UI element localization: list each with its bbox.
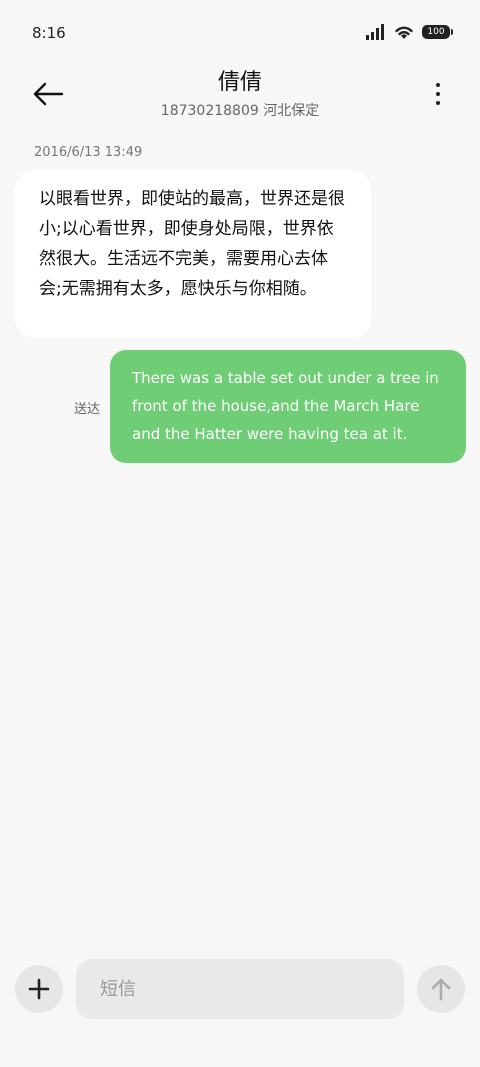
status-icons: 100 [366,24,453,40]
more-dot-icon [436,92,440,96]
contact-title: 倩倩 18730218809 河北保定 [0,68,480,120]
more-dot-icon [436,83,440,87]
composer-bar [0,935,480,1067]
add-attachment-button[interactable] [15,965,63,1013]
message-input[interactable] [76,959,404,1019]
more-dot-icon [436,101,440,105]
received-message-text: 以眼看世界，即使站的最高，世界还是很小;以心看世界，即使身处局限，世界依然很大。… [39,189,345,299]
contact-name: 倩倩 [217,70,262,95]
arrow-up-icon [431,978,451,1001]
received-message-bubble[interactable]: 以眼看世界，即使站的最高，世界还是很小;以心看世界，即使身处局限，世界依然很大。… [15,170,371,338]
sent-message-row: 送达 There was a table set out under a tre… [0,350,480,464]
cellular-signal-icon [366,24,384,40]
contact-detail: 18730218809 河北保定 [160,103,320,119]
status-time: 8:16 [32,24,66,42]
message-timestamp: 2016/6/13 13:49 [34,145,143,160]
battery-level: 100 [427,27,445,37]
conversation-header: 倩倩 18730218809 河北保定 [0,64,480,128]
wifi-icon [395,26,413,39]
plus-icon [28,978,50,1000]
delivery-status: 送达 [74,402,101,417]
sent-message-bubble[interactable]: There was a table set out under a tree i… [110,350,466,463]
sent-message-text: There was a table set out under a tree i… [132,369,439,443]
more-options-button[interactable] [428,78,448,110]
battery-icon: 100 [422,25,453,39]
send-button[interactable] [417,965,465,1013]
status-bar: 8:16 100 [0,0,480,64]
